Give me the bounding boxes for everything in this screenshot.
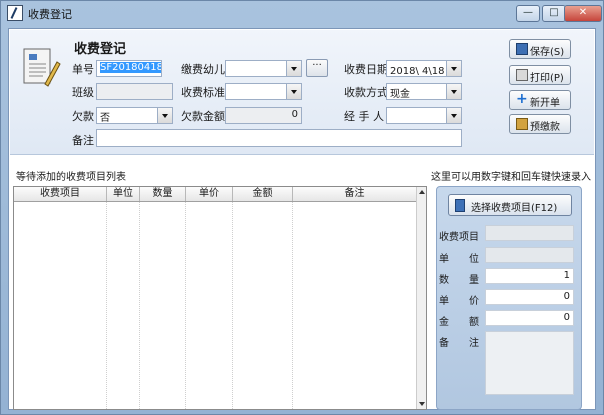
arrears-value: 否: [100, 113, 110, 124]
select-item-button-label: 选择收费项目(F12): [471, 203, 558, 214]
doc-no-field[interactable]: SF20180418001: [96, 60, 162, 77]
column-divider: [292, 202, 293, 409]
close-button[interactable]: ✕: [564, 5, 602, 22]
chevron-down-icon[interactable]: [446, 108, 461, 123]
print-button[interactable]: 打印(P): [509, 65, 571, 85]
chevron-down-icon[interactable]: [286, 61, 301, 76]
new-order-button[interactable]: + 新开单: [509, 90, 571, 110]
method-label: 收款方式: [344, 86, 388, 99]
window-title: 收费登记: [28, 8, 72, 21]
form-panel: 收费登记 单号 SF20180418001 缴费幼儿 ··· 收费日期 2018…: [10, 30, 594, 155]
quick-unit-field: [485, 247, 574, 263]
handler-label: 经 手 人: [344, 110, 384, 123]
new-order-button-label: 新开单: [530, 98, 560, 109]
quick-entry-hint: 这里可以用数字键和回车键快速录入: [431, 172, 591, 183]
quick-price-label: 单 价: [439, 296, 479, 307]
printer-icon: [516, 69, 528, 81]
class-field: [96, 83, 173, 100]
doc-no-value: SF20180418001: [100, 62, 161, 73]
column-header-qty[interactable]: 数量: [140, 187, 186, 201]
arrears-combo[interactable]: 否: [96, 107, 173, 124]
title-bar[interactable]: 收费登记 — □ ✕: [1, 1, 603, 25]
arrears-amount-field: 0: [225, 107, 302, 124]
column-header-notes[interactable]: 备注: [293, 187, 417, 201]
document-edit-icon: [23, 48, 61, 87]
quick-notes-input[interactable]: [485, 331, 574, 395]
column-header-amount[interactable]: 金额: [233, 187, 293, 201]
floppy-disk-icon: [516, 43, 528, 55]
column-header-item[interactable]: 收费项目: [14, 187, 107, 201]
quick-item-label: 收费项目: [439, 232, 479, 243]
column-divider: [139, 202, 140, 409]
column-header-unit[interactable]: 单位: [107, 187, 140, 201]
pending-items-grid[interactable]: 收费项目 单位 数量 单价 金额 备注: [13, 186, 427, 410]
quick-unit-label: 单 位: [439, 254, 479, 265]
pending-list-caption: 等待添加的收费项目列表: [16, 172, 126, 183]
quick-entry-panel: 选择收费项目(F12) 收费项目 单 位 数 量 1 单 价 0 金 额 0 备…: [436, 186, 582, 410]
save-button[interactable]: 保存(S): [509, 39, 571, 59]
document-icon: [455, 199, 465, 212]
save-button-label: 保存(S): [530, 47, 565, 58]
arrears-amount-label: 欠款金额: [181, 110, 225, 123]
chevron-down-icon[interactable]: [157, 108, 172, 123]
app-icon: [7, 5, 23, 21]
chevron-down-icon[interactable]: [286, 84, 301, 99]
child-label: 缴费幼儿: [181, 63, 225, 76]
standard-combo[interactable]: [225, 83, 302, 100]
quick-notes-label: 备 注: [439, 338, 479, 349]
column-divider: [185, 202, 186, 409]
notes-input[interactable]: [96, 129, 462, 147]
doc-no-label: 单号: [72, 63, 94, 76]
class-label: 班级: [72, 86, 94, 99]
client-area: 收费登记 单号 SF20180418001 缴费幼儿 ··· 收费日期 2018…: [8, 28, 596, 410]
child-combo[interactable]: [225, 60, 302, 77]
browse-child-button[interactable]: ···: [306, 59, 328, 77]
prepay-button-label: 预缴款: [530, 122, 560, 133]
date-picker[interactable]: 2018\ 4\18 星: [386, 60, 462, 77]
handler-combo[interactable]: [386, 107, 462, 124]
quick-price-input[interactable]: 0: [485, 289, 574, 305]
date-label: 收费日期: [344, 63, 388, 76]
chevron-down-icon[interactable]: [446, 61, 461, 76]
grid-vertical-scrollbar[interactable]: [416, 187, 426, 409]
quick-amount-input[interactable]: 0: [485, 310, 574, 326]
print-button-label: 打印(P): [530, 73, 564, 84]
quick-qty-input[interactable]: 1: [485, 268, 574, 284]
quick-amount-label: 金 额: [439, 317, 479, 328]
maximize-button[interactable]: □: [542, 5, 566, 22]
quick-item-field: [485, 225, 574, 241]
arrears-label: 欠款: [72, 110, 94, 123]
grid-header: 收费项目 单位 数量 单价 金额 备注: [14, 187, 417, 202]
column-divider: [106, 202, 107, 409]
money-bag-icon: [516, 118, 528, 130]
column-header-price[interactable]: 单价: [186, 187, 233, 201]
plus-icon: +: [516, 91, 528, 107]
method-value: 现金: [390, 89, 410, 100]
form-heading: 收费登记: [74, 42, 127, 57]
app-window: 收费登记 — □ ✕ 收费登记 单号 SF20180418001 缴费幼儿: [0, 0, 604, 415]
quick-qty-label: 数 量: [439, 275, 479, 286]
select-item-button[interactable]: 选择收费项目(F12): [448, 194, 572, 216]
method-combo[interactable]: 现金: [386, 83, 462, 100]
chevron-down-icon[interactable]: [446, 84, 461, 99]
standard-label: 收费标准: [181, 86, 225, 99]
column-divider: [232, 202, 233, 409]
notes-label: 备注: [72, 134, 94, 147]
prepay-button[interactable]: 预缴款: [509, 114, 571, 134]
minimize-button[interactable]: —: [516, 5, 540, 22]
